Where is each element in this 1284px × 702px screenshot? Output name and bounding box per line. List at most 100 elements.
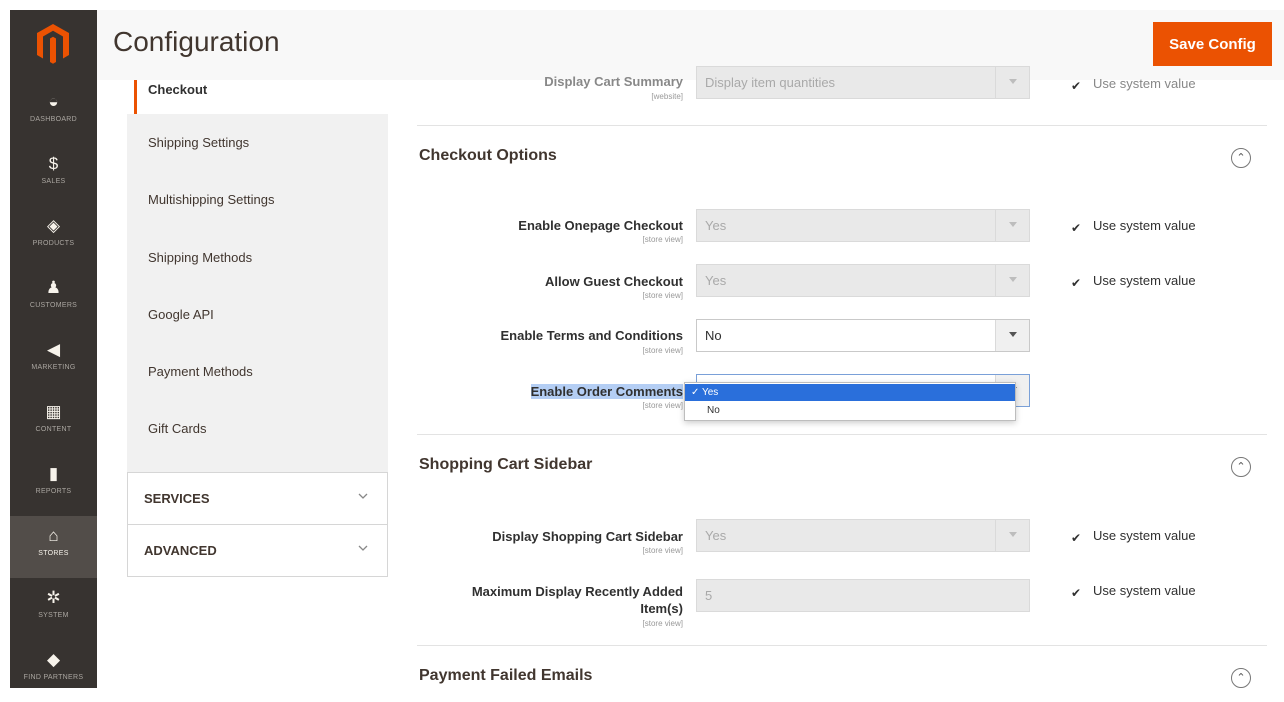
select-value: No [705,328,722,343]
field-scope: [store view] [642,291,683,300]
nav-label: CUSTOMERS [29,302,78,309]
field-label: Enable Onepage Checkout [518,218,683,233]
tab-google-api[interactable]: Google API [148,307,214,322]
use-system-value[interactable]: ✔ Use system value [1071,76,1196,93]
display-cart-summary-select[interactable]: Display item quantities [696,66,1030,99]
divider [417,645,1267,646]
nav-label: STORES [38,550,69,557]
field-label: Display Shopping Cart Sidebar [492,529,683,544]
field-scope: [website] [651,92,683,101]
dropdown-option-no[interactable]: No [685,402,1015,419]
nav-label: SYSTEM [38,612,69,619]
admin-sidebar: ◒ DASHBOARD $ SALES ◈ PRODUCTS ♟ CUSTOME… [10,10,97,688]
collapse-icon[interactable]: ⌃ [1231,148,1251,168]
select-value: Yes [705,218,727,233]
nav-label: REPORTS [35,488,72,495]
enable-terms-conditions-select[interactable]: No [696,319,1030,352]
tab-label: Checkout [148,82,208,97]
person-icon: ♟ [45,278,62,297]
field-scope: [store view] [642,619,683,628]
gear-icon: ✲ [46,588,61,607]
magento-logo[interactable] [34,22,72,66]
checkbox-icon[interactable]: ✔ [1071,79,1085,93]
section-advanced[interactable]: ADVANCED [127,524,388,577]
tab-multishipping-settings[interactable]: Multishipping Settings [148,192,274,207]
field-label: Display Cart Summary [544,74,683,89]
divider [417,434,1267,435]
use-system-value[interactable]: ✔ Use system value [1071,583,1196,600]
tab-payment-methods[interactable]: Payment Methods [148,364,253,379]
select-arrow [995,320,1029,351]
page-header: Configuration Save Config [97,10,1284,80]
nav-item-reports[interactable]: ▮ REPORTS [10,454,97,516]
megaphone-icon: ◀ [46,340,61,359]
page-title: Configuration [113,26,280,57]
section-label: ADVANCED [144,543,217,558]
option-label: Yes [701,387,719,398]
field-label-text: Enable Order Comments [530,384,683,399]
box-icon: ◈ [46,216,61,235]
store-icon: ⌂ [48,526,59,545]
select-arrow [995,210,1029,241]
nav-label: DASHBOARD [29,116,78,123]
partners-icon: ◆ [46,650,61,669]
section-title-checkout-options[interactable]: Checkout Options [419,147,557,165]
tab-list: Shipping Settings Multishipping Settings… [127,114,388,472]
use-system-value[interactable]: ✔ Use system value [1071,218,1196,235]
nav-item-stores[interactable]: ⌂ STORES [10,516,97,578]
nav-label: PRODUCTS [32,240,75,247]
nav-item-content[interactable]: ▦ CONTENT [10,392,97,454]
collapse-icon[interactable]: ⌃ [1231,457,1251,477]
tab-shipping-methods[interactable]: Shipping Methods [148,250,252,265]
section-title-shopping-cart-sidebar[interactable]: Shopping Cart Sidebar [419,456,592,474]
checkbox-icon[interactable]: ✔ [1071,531,1085,545]
use-system-value[interactable]: ✔ Use system value [1071,528,1196,545]
nav-item-dashboard[interactable]: ◒ DASHBOARD [10,82,97,144]
use-system-label: Use system value [1093,583,1196,598]
checkbox-icon[interactable]: ✔ [1071,276,1085,290]
use-system-value[interactable]: ✔ Use system value [1071,273,1196,290]
nav-item-sales[interactable]: $ SALES [10,144,97,206]
enable-onepage-checkout-select[interactable]: Yes [696,209,1030,242]
tab-shipping-settings[interactable]: Shipping Settings [148,135,249,150]
field-scope: [store view] [642,546,683,555]
use-system-label: Use system value [1093,218,1196,233]
collapse-icon[interactable]: ⌃ [1231,668,1251,688]
field-label: Enable Order Comments [423,384,683,399]
field-label: Maximum Display Recently Added [471,584,683,599]
nav-item-products[interactable]: ◈ PRODUCTS [10,206,97,268]
select-value: Yes [705,528,727,543]
order-comments-dropdown[interactable]: ✓ Yes No [684,382,1016,421]
section-label: SERVICES [144,491,210,506]
select-arrow [995,520,1029,551]
max-recently-added-input[interactable]: 5 [696,579,1030,612]
nav-item-customers[interactable]: ♟ CUSTOMERS [10,268,97,330]
dropdown-option-yes[interactable]: ✓ Yes [685,384,1015,401]
input-value: 5 [705,588,713,603]
display-shopping-cart-sidebar-select[interactable]: Yes [696,519,1030,552]
field-label: Enable Terms and Conditions [500,328,683,343]
field-scope: [store view] [642,235,683,244]
field-label-line2: Item(s) [640,601,683,616]
select-arrow [995,265,1029,296]
section-title-payment-failed-emails[interactable]: Payment Failed Emails [419,667,592,685]
tab-gift-cards[interactable]: Gift Cards [148,421,207,436]
select-value: Display item quantities [705,75,836,90]
checkbox-icon[interactable]: ✔ [1071,221,1085,235]
nav-item-find-partners[interactable]: ◆ FIND PARTNERS [10,640,97,702]
allow-guest-checkout-select[interactable]: Yes [696,264,1030,297]
select-value: Yes [705,273,727,288]
section-services[interactable]: SERVICES [127,472,388,525]
checkbox-icon[interactable]: ✔ [1071,586,1085,600]
field-scope: [store view] [642,401,683,410]
nav-item-system[interactable]: ✲ SYSTEM [10,578,97,640]
dashboard-icon: ◒ [48,92,59,111]
nav-item-marketing[interactable]: ◀ MARKETING [10,330,97,392]
chevron-down-icon [358,493,368,499]
use-system-label: Use system value [1093,273,1196,288]
nav-label: MARKETING [31,364,76,371]
save-config-button[interactable]: Save Config [1153,22,1272,66]
field-label: Allow Guest Checkout [545,274,683,289]
tab-checkout[interactable]: Checkout [127,80,388,114]
nav-label: CONTENT [35,426,72,433]
